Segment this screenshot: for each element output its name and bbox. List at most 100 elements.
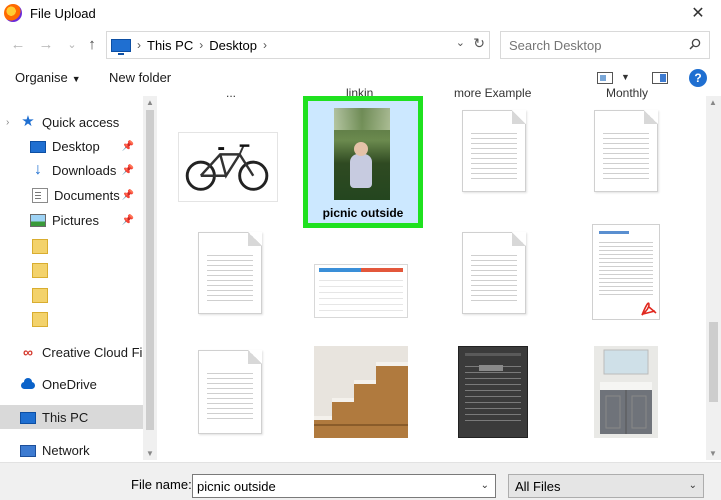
sidebar-item-network[interactable]: Network: [0, 438, 140, 460]
recent-locations-button[interactable]: ⌄: [62, 34, 82, 54]
arrow-left-icon: ←: [10, 35, 26, 53]
pin-icon: 📌: [121, 164, 134, 176]
folder-icon: [32, 287, 48, 303]
sidebar-item-downloads[interactable]: ↓ Downloads 📌: [0, 158, 140, 182]
file-list-scroll-thumb[interactable]: [709, 322, 718, 402]
sidebar-item-label: Pictures: [52, 212, 99, 228]
sidebar-item-quick-access[interactable]: › ★ Quick access: [0, 110, 140, 134]
breadcrumb-desktop[interactable]: Desktop: [209, 38, 257, 53]
refresh-icon[interactable]: ↻: [473, 35, 485, 52]
close-icon: ✕: [691, 5, 705, 22]
spreadsheet-grid: [319, 275, 403, 311]
file-tile-document[interactable]: [462, 110, 526, 192]
sidebar-item-folder[interactable]: [0, 234, 140, 258]
desktop-icon: [30, 141, 46, 153]
file-label-partial: Monthly: [606, 86, 649, 100]
file-tile-stairs-photo[interactable]: [314, 346, 408, 438]
scroll-down-icon[interactable]: ▼: [146, 449, 154, 458]
sidebar-item-documents[interactable]: Documents 📌: [0, 183, 140, 207]
file-tile-document[interactable]: [462, 232, 526, 314]
file-tile-document[interactable]: [198, 350, 262, 434]
acrobat-icon: [639, 299, 659, 319]
file-list-scrollbar[interactable]: ▲ ▼: [706, 96, 721, 460]
help-icon[interactable]: ?: [689, 69, 707, 87]
file-name-combobox[interactable]: ⌄: [192, 474, 496, 498]
arrow-right-icon: →: [38, 35, 54, 53]
file-tile-pdf[interactable]: [592, 224, 660, 320]
close-button[interactable]: ✕: [675, 0, 721, 26]
sidebar-item-this-pc[interactable]: This PC: [0, 405, 143, 429]
sidebar-item-label: Network: [42, 442, 90, 458]
chevron-right-icon[interactable]: ›: [137, 38, 141, 52]
file-tile-document[interactable]: [198, 232, 262, 314]
file-label-partial: more Example: [454, 86, 532, 100]
sidebar-item-desktop[interactable]: Desktop 📌: [0, 134, 140, 158]
spreadsheet-thumbnail: [319, 268, 403, 272]
scroll-up-icon[interactable]: ▲: [709, 98, 717, 107]
scroll-up-icon[interactable]: ▲: [146, 98, 154, 107]
caret-down-icon[interactable]: ▼: [621, 72, 630, 82]
sidebar-scroll-thumb[interactable]: [146, 110, 154, 430]
forward-button[interactable]: →: [36, 34, 56, 54]
sidebar-item-onedrive[interactable]: OneDrive: [0, 372, 140, 396]
file-tile-spreadsheet[interactable]: [314, 264, 408, 318]
pdf-thumbnail: [599, 231, 629, 234]
file-name-input[interactable]: [197, 478, 467, 494]
sidebar-item-pictures[interactable]: Pictures 📌: [0, 208, 140, 232]
file-tile-kitchen-photo[interactable]: [594, 346, 658, 438]
sidebar-item-label: Documents: [54, 187, 120, 203]
back-button[interactable]: ←: [8, 34, 28, 54]
organise-button[interactable]: Organise ▼: [15, 70, 81, 85]
star-icon: ★: [21, 113, 35, 130]
pin-icon: 📌: [121, 189, 134, 201]
sidebar-item-label: OneDrive: [42, 376, 97, 392]
arrow-up-icon: ↑: [88, 35, 96, 53]
file-tile-screenshot[interactable]: [458, 346, 528, 438]
sidebar-item-label: Creative Cloud Fil: [42, 344, 144, 360]
pdf-text: [599, 239, 653, 297]
this-pc-icon: [20, 412, 36, 424]
sidebar-item-creative-cloud[interactable]: ∞ Creative Cloud Fil: [0, 340, 144, 364]
window-title: File Upload: [30, 5, 96, 21]
file-tile-document[interactable]: [594, 110, 658, 192]
sidebar-item-folder[interactable]: [0, 307, 140, 331]
new-folder-label: New folder: [109, 70, 172, 85]
preview-pane-icon[interactable]: [652, 72, 668, 84]
folder-icon: [32, 311, 48, 327]
sidebar-item-label: Quick access: [42, 114, 120, 130]
search-icon[interactable]: [689, 38, 701, 50]
address-bar[interactable]: › This PC › Desktop › ⌄ ↻: [106, 31, 490, 59]
search-box[interactable]: [500, 31, 710, 59]
scroll-down-icon[interactable]: ▼: [709, 449, 717, 458]
chevron-right-icon[interactable]: ›: [263, 38, 267, 52]
new-folder-button[interactable]: New folder: [109, 70, 171, 85]
onedrive-icon: [20, 376, 36, 392]
search-input[interactable]: [509, 37, 689, 53]
view-mode-icon[interactable]: [597, 72, 613, 84]
network-icon: [20, 445, 36, 457]
sidebar-item-folder[interactable]: [0, 283, 140, 307]
chevron-down-icon[interactable]: ⌄: [481, 480, 489, 491]
file-type-select[interactable]: All Files ⌄: [508, 474, 704, 498]
breadcrumb-this-pc[interactable]: This PC: [147, 38, 193, 53]
organise-label: Organise: [15, 70, 68, 85]
sidebar-scrollbar[interactable]: ▲ ▼: [143, 96, 157, 460]
file-label-partial: ...: [226, 86, 237, 100]
chevron-right-icon[interactable]: ›: [6, 117, 16, 128]
file-tile-bicycle[interactable]: [178, 132, 278, 202]
this-pc-icon: [111, 38, 131, 55]
file-type-value: All Files: [515, 479, 561, 494]
pin-icon: 📌: [121, 214, 134, 226]
folder-icon: [32, 238, 48, 254]
creative-cloud-icon: ∞: [23, 344, 33, 360]
stairs-photo-thumbnail: [314, 346, 408, 438]
chevron-down-icon[interactable]: ⌄: [456, 36, 465, 49]
pin-icon: 📌: [121, 140, 134, 152]
pictures-icon: [30, 214, 46, 227]
sidebar-item-label: Desktop: [52, 138, 100, 154]
sidebar-item-folder[interactable]: [0, 258, 140, 282]
caret-down-icon: ▼: [71, 74, 81, 84]
up-button[interactable]: ↑: [82, 34, 102, 54]
chevron-right-icon[interactable]: ›: [199, 38, 203, 52]
file-list: ... linkin more Example Monthly picnic o…: [158, 86, 704, 460]
